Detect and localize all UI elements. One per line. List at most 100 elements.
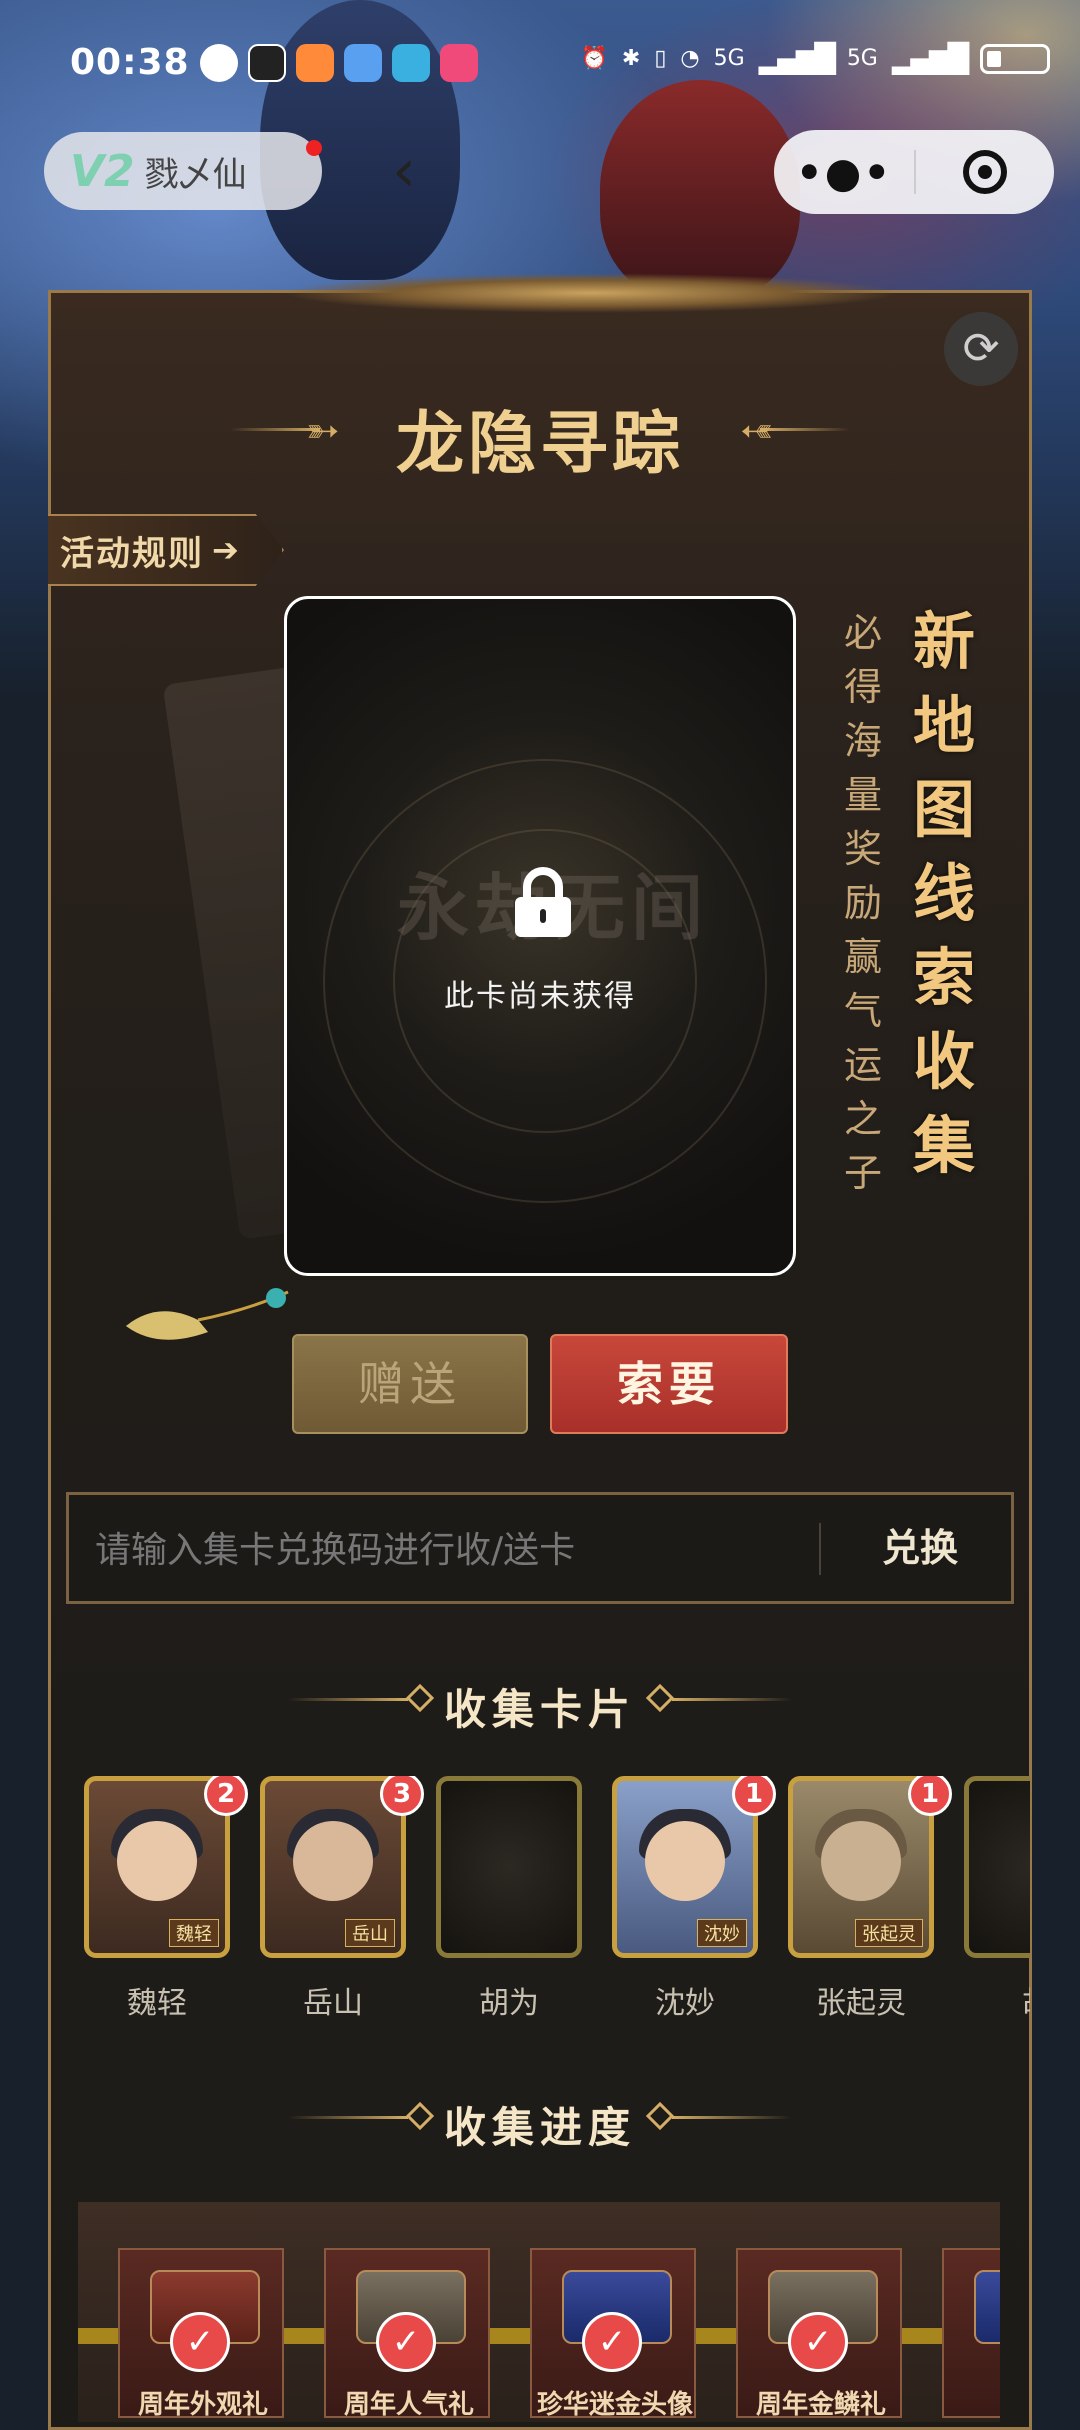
alarm-icon: ⏰ <box>580 46 608 71</box>
app-orange-icon <box>296 44 334 82</box>
card-name-tag: 魏轻 <box>169 1919 219 1947</box>
card-count-badge: 3 <box>380 1776 424 1816</box>
section-title-collect-cards: 收集卡片 <box>48 1668 1032 1738</box>
section-diamond-right-icon <box>645 2101 675 2131</box>
card-name: 沈妙 <box>655 1986 715 2021</box>
section-deco-right <box>672 2116 792 2119</box>
card-character-face <box>293 1821 373 1901</box>
more-button[interactable]: •●• <box>774 148 914 197</box>
reward-item[interactable]: 周年 <box>942 2248 1000 2418</box>
card-name-tag: 沈妙 <box>697 1919 747 1947</box>
card-character-face <box>117 1821 197 1901</box>
card-thumbnail-locked <box>436 1776 582 1958</box>
card-name: 胡为 <box>479 1986 539 2021</box>
mini-program-badge[interactable]: V2 戮乄仙 <box>44 132 322 210</box>
progress-rewards-track: ✓ 周年外观礼 ✓ 周年人气礼 ✓ 珍华迷金头像 ✓ 周年金鳞礼 周年 <box>78 2202 1000 2422</box>
card-count-badge: 2 <box>204 1776 248 1816</box>
checkmark-icon: ✓ <box>788 2312 848 2372</box>
reward-item[interactable]: ✓ 周年外观礼 <box>118 2248 284 2420</box>
ask-button[interactable]: 索要 <box>550 1334 788 1434</box>
checkmark-icon: ✓ <box>376 2312 436 2372</box>
checkmark-icon: ✓ <box>582 2312 642 2372</box>
tassel-ornament <box>126 1288 289 1340</box>
reward-item[interactable]: ✓ 珍华迷金头像 <box>530 2248 696 2420</box>
section-title-text: 收集进度 <box>443 2103 636 2152</box>
back-button[interactable]: ‹ <box>392 132 416 210</box>
redeem-divider <box>819 1523 821 1575</box>
status-app-icons <box>200 44 478 82</box>
section-deco-left <box>288 2116 408 2119</box>
card-item-hu[interactable]: 胡 <box>964 1776 1030 2022</box>
mini-program-logo: V2 <box>70 145 135 197</box>
reward-label: 珍华迷金头像 <box>536 2390 693 2420</box>
reward-label: 周年 <box>944 2384 1000 2421</box>
reward-label: 周年金鳞礼 <box>755 2390 886 2420</box>
chevron-right-icon: ➔ <box>212 531 239 569</box>
title-deco-line-right <box>760 428 850 431</box>
refresh-button[interactable]: ⟳ <box>944 312 1018 386</box>
redeem-code-box: 兑换 <box>66 1492 1014 1604</box>
card-locked-text: 此卡尚未获得 <box>444 979 636 1014</box>
card-item-yue-shan[interactable]: 岳山 3 岳山 <box>260 1776 424 2022</box>
signal-bars-icon: ▂▄▆█ <box>891 42 969 75</box>
section-deco-right <box>672 1698 792 1701</box>
status-time: 00:38 <box>70 42 190 83</box>
card-character-face <box>645 1821 725 1901</box>
card-item-hu-wei[interactable]: 胡为 <box>436 1776 586 2022</box>
section-title-text: 收集卡片 <box>443 1685 636 1734</box>
card-collection-list: 魏轻 2 魏轻 岳山 3 岳山 胡为 沈妙 1 沈妙 张起灵 1 张起灵 <box>84 1776 1030 2036</box>
card-count-badge: 1 <box>732 1776 776 1816</box>
section-title-progress: 收集进度 <box>48 2086 1032 2156</box>
status-bar: 00:38 ⏰ ✱ ▯ ◔ 5G ▂▄▆█ 5G ▂▄▆█ <box>0 30 1080 100</box>
card-thumbnail-locked <box>964 1776 1030 1958</box>
section-diamond-right-icon <box>645 1683 675 1713</box>
notification-dot <box>306 140 322 156</box>
redeem-code-input[interactable] <box>93 1515 857 1585</box>
checkmark-icon: ✓ <box>170 2312 230 2372</box>
title-arrow-left-icon: ➳ <box>740 408 774 454</box>
card-name: 胡 <box>964 1978 1030 2022</box>
card-name: 魏轻 <box>127 1986 187 2021</box>
video-icon <box>440 44 478 82</box>
rules-label: 活动规则 <box>60 533 204 574</box>
reward-item[interactable]: ✓ 周年人气礼 <box>324 2248 490 2420</box>
card-name-tag: 岳山 <box>345 1919 395 1947</box>
section-diamond-left-icon <box>405 1683 435 1713</box>
mini-program-name: 戮乄仙 <box>144 154 247 195</box>
card-item-zhang-qi-ling[interactable]: 张起灵 1 张起灵 <box>788 1776 952 2022</box>
game-icon <box>344 44 382 82</box>
status-indicators: ⏰ ✱ ▯ ◔ 5G ▂▄▆█ 5G ▂▄▆█ <box>580 42 1050 75</box>
signal-label-2: 5G <box>846 46 878 71</box>
title-row: ➳ 龙隐寻踪 ➳ <box>230 380 850 484</box>
book-icon <box>392 44 430 82</box>
section-diamond-left-icon <box>405 2101 435 2131</box>
card-name-tag: 张起灵 <box>855 1919 923 1947</box>
wifi-icon: ◔ <box>680 46 700 71</box>
slogan-big: 新地图线索收集 <box>912 605 975 1182</box>
reward-label: 周年外观礼 <box>137 2390 268 2420</box>
close-button[interactable] <box>916 150 1054 194</box>
nfc-icon <box>248 44 286 82</box>
card-item-wei-qing[interactable]: 魏轻 2 魏轻 <box>84 1776 248 2022</box>
current-card[interactable]: 永劫无间 此卡尚未获得 <box>284 596 796 1276</box>
reward-item[interactable]: ✓ 周年金鳞礼 <box>736 2248 902 2420</box>
panel-crest-ornament <box>281 273 901 313</box>
refresh-icon: ⟳ <box>962 323 1000 374</box>
section-deco-left <box>288 1698 408 1701</box>
rules-button[interactable]: 活动规则 ➔ <box>48 514 284 586</box>
notification-icon <box>200 44 238 82</box>
hero-character-right <box>600 80 800 300</box>
card-name: 张起灵 <box>816 1986 906 2021</box>
give-button[interactable]: 赠送 <box>292 1334 528 1434</box>
card-character-face <box>821 1821 901 1901</box>
card-item-shen-miao[interactable]: 沈妙 1 沈妙 <box>612 1776 776 2022</box>
bluetooth-icon: ✱ <box>621 46 641 71</box>
battery-icon <box>980 43 1050 74</box>
signal-label-1: 5G <box>713 46 745 71</box>
reward-label: 周年人气礼 <box>343 2390 474 2420</box>
close-ring-icon <box>963 150 1007 194</box>
redeem-submit-button[interactable]: 兑换 <box>829 1495 1011 1601</box>
slogan-small: 必得海量奖励 赢气运之子 <box>843 611 882 1195</box>
card-count-badge: 1 <box>908 1776 952 1816</box>
lock-icon <box>515 867 571 937</box>
